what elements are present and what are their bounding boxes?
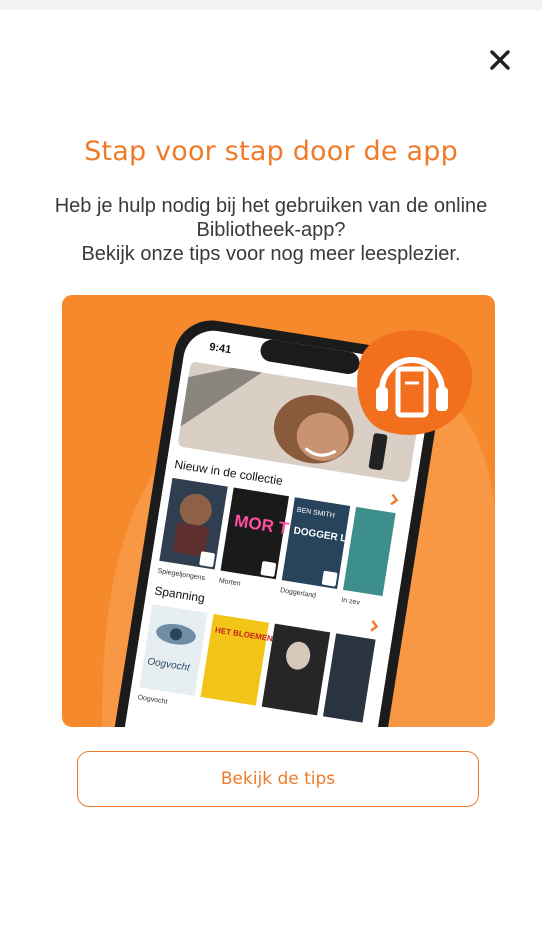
view-tips-button[interactable]: Bekijk de tips (77, 751, 479, 807)
tips-dialog: Stap voor stap door de app Heb je hulp n… (0, 10, 542, 936)
dialog-description: Heb je hulp nodig bij het gebruiken van … (20, 194, 522, 266)
description-line: Heb je hulp nodig bij het gebruiken van … (54, 195, 488, 217)
close-icon (490, 50, 510, 70)
description-line: Bibliotheek-app? (196, 219, 346, 241)
description-line: Bekijk onze tips voor nog meer leesplezi… (81, 243, 461, 265)
app-promo-image: 9:41 Nieuw in de collectie MOR TEN BEN S… (62, 295, 495, 727)
dialog-title: Stap voor stap door de app (84, 136, 458, 167)
close-button[interactable] (482, 42, 518, 78)
